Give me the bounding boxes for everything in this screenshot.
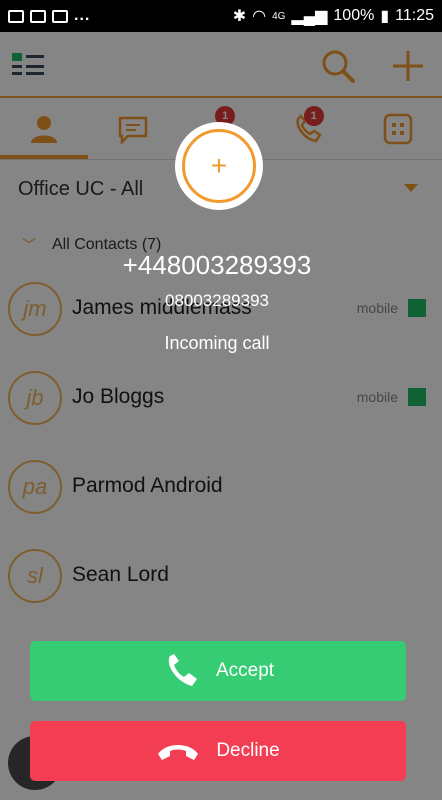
status-bar: ... ✱ ◠ 4G ▂▄▆ 100% ▮ 11:25 bbox=[0, 0, 442, 32]
unknown-caller-icon: + bbox=[182, 129, 256, 203]
image-icon bbox=[52, 9, 68, 23]
battery-icon: ▮ bbox=[380, 8, 390, 25]
call-status: Incoming call bbox=[164, 333, 270, 353]
notification-icon bbox=[30, 9, 46, 23]
network-type: 4G bbox=[272, 10, 286, 22]
notification-icon bbox=[8, 9, 24, 23]
signal-icon: ▂▄▆ bbox=[291, 8, 328, 25]
clock: 11:25 bbox=[395, 7, 434, 24]
caller-number: +448003289393 bbox=[122, 250, 312, 280]
bluetooth-icon: ✱ bbox=[232, 8, 247, 25]
decline-label: Decline bbox=[216, 740, 280, 761]
caller-sub-number: 08003289393 bbox=[164, 291, 269, 310]
hang-up-icon bbox=[158, 745, 199, 760]
more-notifications-text: ... bbox=[74, 7, 91, 24]
phone-icon bbox=[168, 654, 197, 686]
decline-call-button[interactable]: Decline bbox=[30, 721, 406, 781]
caller-avatar: + bbox=[175, 122, 263, 210]
battery-level: 100% bbox=[333, 7, 375, 24]
accept-call-button[interactable]: Accept bbox=[30, 641, 406, 701]
accept-label: Accept bbox=[215, 660, 275, 681]
wifi-icon: ◠ bbox=[252, 8, 267, 25]
